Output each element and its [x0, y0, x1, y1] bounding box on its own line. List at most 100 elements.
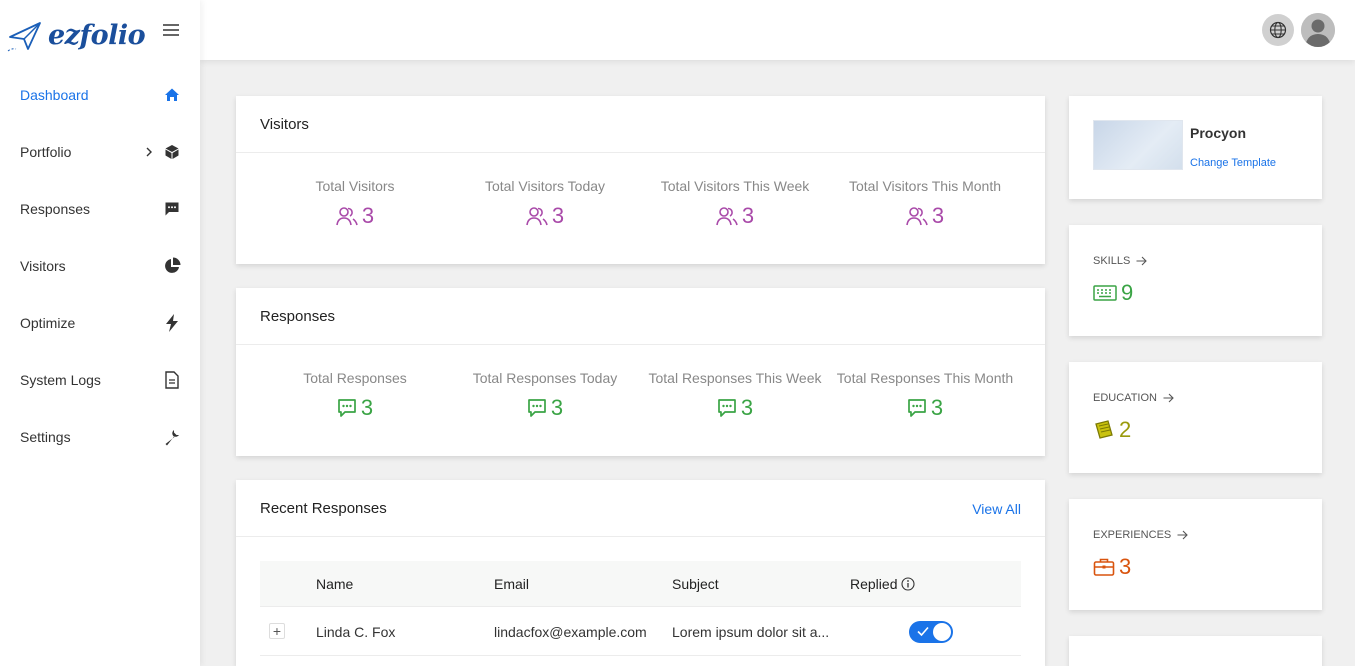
experiences-count: 3 — [1119, 554, 1132, 579]
column-header-name[interactable]: Name — [316, 576, 353, 592]
stat-visitors-today: Total Visitors Today 3 — [450, 178, 640, 229]
sidebar-item-label: Portfolio — [20, 143, 72, 160]
stat-value: 3 — [931, 203, 945, 228]
sidebar-item-system-logs[interactable]: System Logs — [0, 351, 200, 408]
stat-value: 3 — [551, 203, 565, 228]
stat-value: 3 — [741, 203, 755, 228]
education-link[interactable]: EDUCATION — [1093, 392, 1174, 404]
column-header-email[interactable]: Email — [494, 576, 529, 592]
template-thumbnail[interactable] — [1093, 120, 1183, 170]
column-header-label: Replied — [850, 576, 898, 592]
template-card: Procyon Change Template — [1069, 96, 1322, 199]
home-icon — [163, 86, 181, 104]
experiences-label: EXPERIENCES — [1093, 529, 1172, 541]
column-header-subject[interactable]: Subject — [672, 576, 719, 592]
stat-responses-month: Total Responses This Month 3 — [830, 370, 1020, 421]
education-card: EDUCATION 2 — [1069, 362, 1322, 473]
arrow-right-icon — [1163, 393, 1174, 403]
stat-responses-week: Total Responses This Week 3 — [640, 370, 830, 421]
menu-toggle-icon[interactable] — [160, 21, 182, 41]
check-icon — [917, 626, 929, 637]
sidebar-item-settings[interactable]: Settings — [0, 408, 200, 465]
sidebar-item-responses[interactable]: Responses — [0, 180, 200, 237]
cube-icon — [163, 143, 181, 161]
sidebar-item-label: Optimize — [20, 314, 76, 331]
education-label: EDUCATION — [1093, 392, 1157, 404]
info-icon[interactable] — [901, 577, 916, 591]
card-title: Visitors — [260, 116, 309, 133]
cell-email: lindacfox@example.com — [494, 624, 647, 640]
skills-label: SKILLS — [1093, 255, 1131, 267]
users-icon — [906, 207, 928, 226]
cell-subject: Lorem ipsum dolor sit a... — [672, 624, 830, 640]
sidebar-item-label: Settings — [20, 428, 71, 445]
stat-value: 3 — [740, 395, 754, 420]
skills-link[interactable]: SKILLS — [1093, 255, 1148, 267]
sidebar-item-visitors[interactable]: Visitors — [0, 237, 200, 294]
stat-visitors-month: Total Visitors This Month 3 — [830, 178, 1020, 229]
stat-label: Total Responses This Week — [648, 370, 822, 386]
view-all-link[interactable]: View All — [972, 501, 1021, 517]
responses-card: Responses Total Responses 3 Total Respon… — [236, 288, 1045, 456]
stat-value: 3 — [550, 395, 564, 420]
table-header: Name Email Subject Replied — [260, 561, 1021, 607]
sidebar-item-label: Visitors — [20, 257, 66, 274]
stat-total-visitors: Total Visitors 3 — [260, 178, 450, 229]
chat-icon — [338, 399, 356, 417]
arrow-right-icon — [1177, 530, 1189, 540]
skills-count: 9 — [1121, 280, 1134, 305]
globe-icon[interactable] — [1262, 14, 1294, 46]
stat-label: Total Responses Today — [472, 370, 618, 386]
bolt-icon — [163, 313, 181, 332]
sidebar-nav: Dashboard Portfolio Responses Visitors O… — [0, 66, 200, 465]
expand-row-button[interactable]: + — [269, 623, 285, 639]
sidebar-item-label: System Logs — [20, 371, 101, 388]
chevron-right-icon — [146, 147, 152, 156]
template-name: Procyon — [1190, 125, 1247, 141]
stat-value: 3 — [360, 395, 374, 420]
wrench-icon — [163, 428, 181, 446]
extra-card — [1069, 636, 1322, 666]
topbar — [200, 0, 1355, 60]
stat-value: 3 — [361, 203, 375, 228]
pie-chart-icon — [163, 257, 181, 275]
sidebar-item-label: Dashboard — [20, 86, 89, 103]
change-template-link[interactable]: Change Template — [1190, 157, 1276, 169]
sidebar-item-dashboard[interactable]: Dashboard — [0, 66, 200, 123]
card-title: Recent Responses — [260, 500, 387, 517]
replied-toggle[interactable] — [909, 621, 953, 643]
file-icon — [163, 370, 181, 389]
stat-label: Total Responses This Month — [836, 370, 1014, 386]
column-header-replied[interactable]: Replied — [850, 576, 916, 592]
users-icon — [526, 207, 548, 226]
stat-visitors-week: Total Visitors This Week 3 — [640, 178, 830, 229]
users-icon — [716, 207, 738, 226]
stat-label: Total Visitors — [315, 178, 395, 194]
education-count: 2 — [1119, 417, 1132, 442]
keyboard-icon — [1093, 285, 1117, 301]
stat-label: Total Visitors This Month — [849, 178, 1001, 194]
stat-label: Total Visitors This Week — [660, 178, 810, 194]
chat-icon — [528, 399, 546, 417]
stat-responses-today: Total Responses Today 3 — [450, 370, 640, 421]
paper-plane-icon — [7, 22, 41, 52]
arrow-right-icon — [1136, 256, 1148, 266]
experiences-link[interactable]: EXPERIENCES — [1093, 529, 1189, 541]
briefcase-icon — [1093, 558, 1115, 576]
sidebar-item-optimize[interactable]: Optimize — [0, 294, 200, 351]
stat-value: 3 — [930, 395, 944, 420]
logo[interactable]: ezfolio — [6, 14, 146, 56]
sidebar-item-portfolio[interactable]: Portfolio — [0, 123, 200, 180]
stat-total-responses: Total Responses 3 — [260, 370, 450, 421]
card-title: Responses — [260, 308, 336, 325]
chat-icon — [908, 399, 926, 417]
sidebar-item-label: Responses — [20, 200, 91, 217]
sidebar: ezfolio Dashboard Portfolio Responses Vi… — [0, 0, 200, 666]
table-row[interactable]: + Linda C. Fox lindacfox@example.com Lor… — [260, 608, 1021, 656]
book-icon — [1095, 420, 1113, 439]
chat-icon — [718, 399, 736, 417]
avatar[interactable] — [1301, 13, 1335, 47]
logo-text: ezfolio — [48, 19, 146, 51]
experiences-card: EXPERIENCES 3 — [1069, 499, 1322, 610]
stat-label: Total Responses — [303, 370, 407, 386]
